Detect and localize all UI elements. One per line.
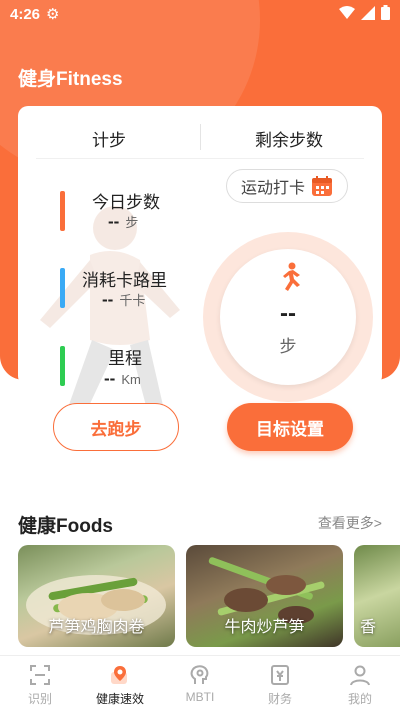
page-title: 健身Fitness [18,69,123,90]
signal-icon [361,5,375,20]
steps-indicator-bar [60,191,65,231]
running-person-icon [283,262,300,291]
tab-separator-line [36,158,364,159]
battery-icon [381,5,390,20]
ring-step-value: -- [280,300,296,327]
metric-unit-steps: 步 [125,215,139,230]
nav-label-recognize: 识别 [27,692,52,706]
nav-item-finance[interactable]: 财务 [250,664,310,707]
settings-gear-icon: ⚙ [46,6,60,23]
calories-indicator-bar [60,268,65,308]
nav-item-profile[interactable]: 我的 [330,664,390,707]
food-label: 香 [360,619,377,636]
tab-steps[interactable]: 计步 [92,126,126,151]
tab-divider [200,124,201,150]
metric-value-distance: -- Km [104,369,141,388]
nav-label-health: 健康速效 [95,692,144,706]
status-icons [339,5,390,20]
profile-icon [350,665,370,686]
nav-item-recognize[interactable]: 识别 [10,664,70,707]
food-label: 芦笋鸡胸肉卷 [48,619,145,636]
brain-icon [190,665,209,684]
go-run-button[interactable]: 去跑步 [53,403,179,451]
food-label: 牛肉炒芦笋 [224,619,305,636]
metric-value-steps: -- 步 [108,212,139,231]
metric-unit-distance: Km [121,372,141,387]
metric-label-distance: 里程 [108,349,142,368]
health-icon [111,666,127,684]
nav-label-mbti: MBTI [185,690,215,704]
foods-section-title: 健康Foods [18,516,113,537]
metric-label-steps: 今日步数 [92,193,160,212]
nav-label-profile: 我的 [347,692,372,706]
food-card[interactable]: 香 [354,545,400,647]
card-tabs: 计步 剩余步数 [18,106,382,159]
nav-label-finance: 财务 [267,692,292,706]
finance-icon [271,665,289,685]
nav-item-health[interactable]: 健康速效 [90,664,150,707]
food-card[interactable]: 芦笋鸡胸肉卷 [18,545,175,647]
bottom-navigation: 识别 健康速效 MBTI 财务 我的 [0,655,400,712]
food-card[interactable]: 牛肉炒芦笋 [186,545,343,647]
calendar-icon [312,176,332,196]
tab-remaining-steps[interactable]: 剩余步数 [255,126,323,151]
scan-icon [30,665,50,685]
metric-label-calories: 消耗卡路里 [82,271,167,290]
checkin-button[interactable]: 运动打卡 [226,169,348,203]
distance-indicator-bar [60,346,65,386]
metric-value-calories: -- 千卡 [102,290,146,309]
ring-step-unit: 步 [279,337,297,356]
metric-unit-calories: 千卡 [119,293,146,308]
status-bar: 4:26 ⚙ [0,0,400,28]
goal-settings-button[interactable]: 目标设置 [227,403,353,451]
status-time: 4:26 [10,6,41,23]
see-more-link[interactable]: 查看更多> [318,513,382,533]
nav-item-mbti[interactable]: MBTI [170,664,230,704]
wifi-icon [339,5,355,19]
checkin-label: 运动打卡 [240,180,305,197]
runner-illustration [40,206,180,440]
